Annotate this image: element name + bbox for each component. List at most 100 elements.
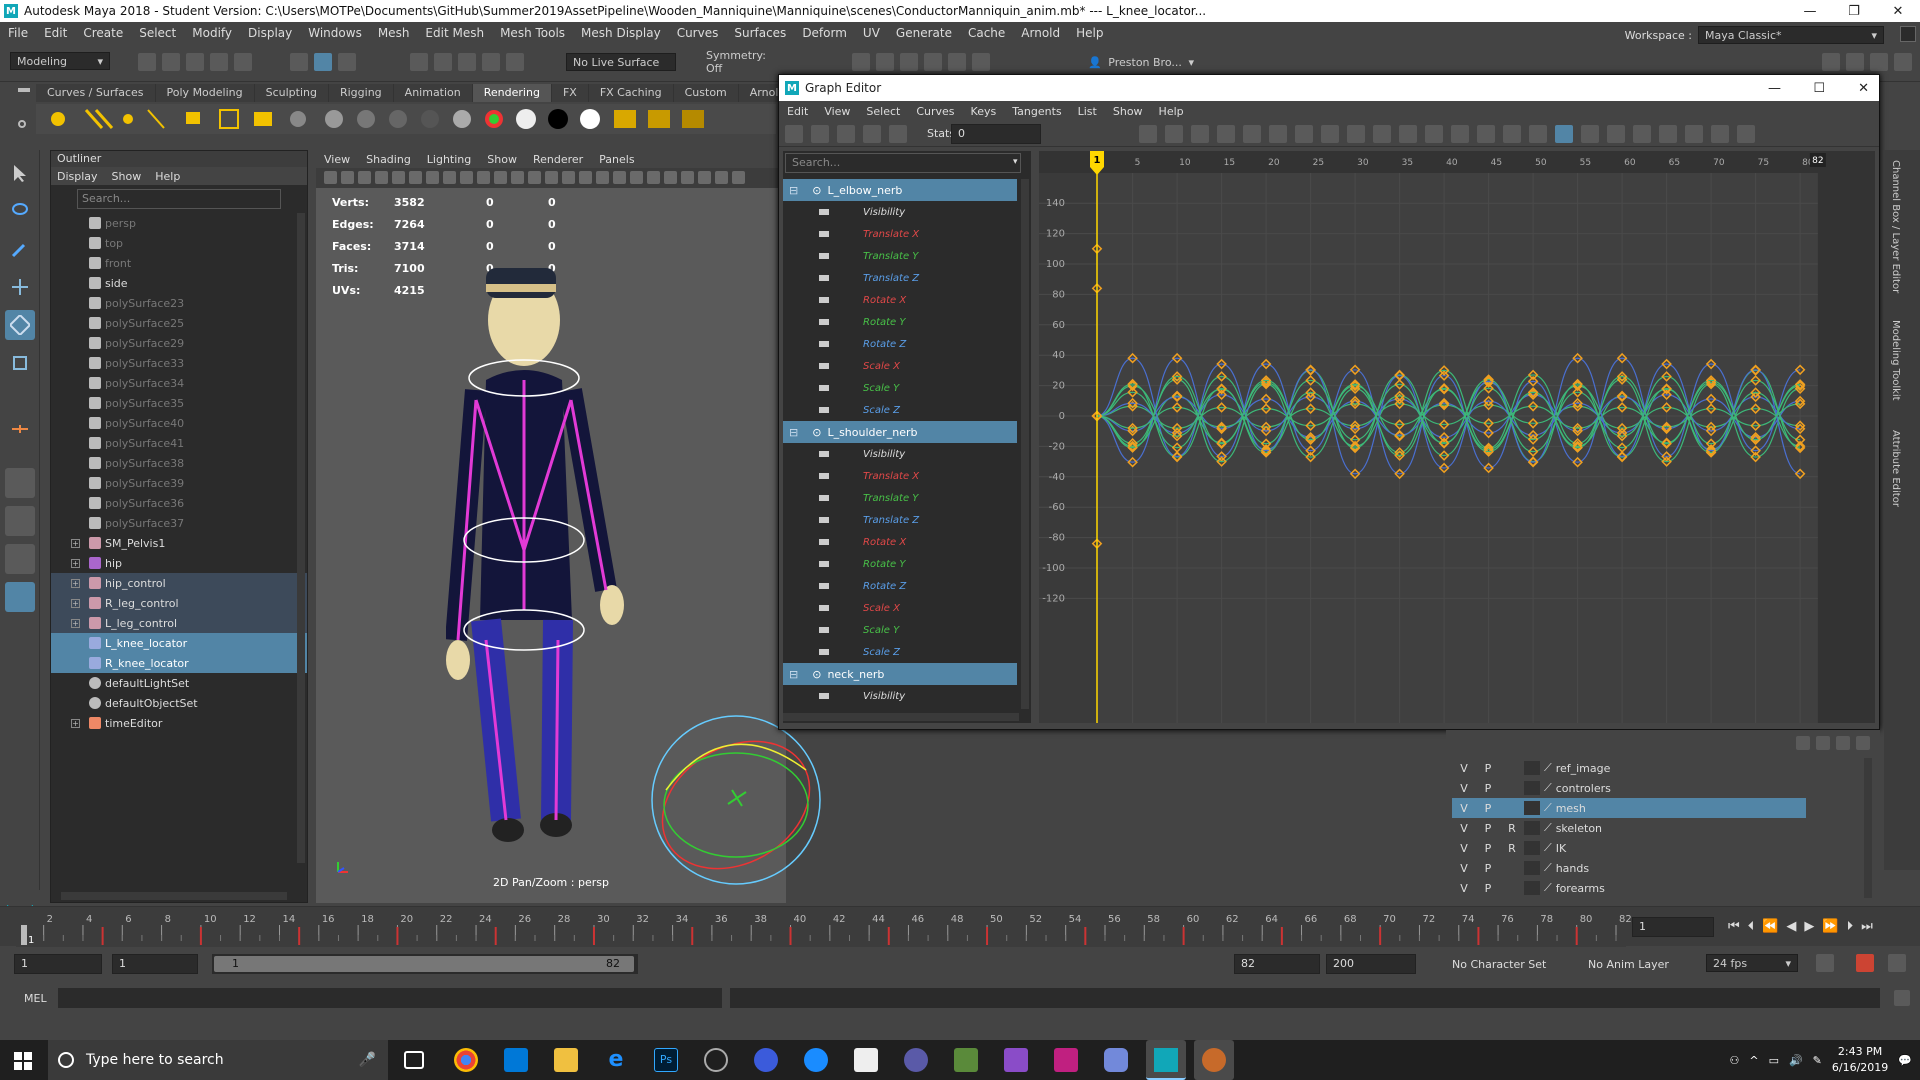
outliner-item-hip[interactable]: + hip xyxy=(51,553,307,573)
menu-curves[interactable]: Curves xyxy=(669,26,727,40)
layer-color-swatch[interactable] xyxy=(1524,841,1540,855)
motion-blur-icon[interactable] xyxy=(630,171,643,184)
outliner-item-l-knee-locator[interactable]: L_knee_locator xyxy=(51,633,307,653)
expand-icon[interactable]: + xyxy=(71,578,80,588)
time-cursor[interactable] xyxy=(21,925,27,945)
lattice-deform-icon[interactable] xyxy=(837,125,855,143)
menu-modify[interactable]: Modify xyxy=(184,26,240,40)
move-tool-icon[interactable] xyxy=(5,272,35,302)
mel-label[interactable]: MEL xyxy=(24,992,47,1005)
render-settings-shelf-icon[interactable] xyxy=(648,110,670,128)
clock[interactable]: 2:43 PM 6/16/2019 xyxy=(1832,1044,1888,1076)
menu-generate[interactable]: Generate xyxy=(888,26,960,40)
menu-edit-mesh[interactable]: Edit Mesh xyxy=(417,26,492,40)
outliner-item-polysurface34[interactable]: polySurface34 xyxy=(51,373,307,393)
layer-row-mesh[interactable]: V P ⟋ mesh xyxy=(1452,798,1806,818)
menu-mesh[interactable]: Mesh xyxy=(370,26,418,40)
range-handle[interactable] xyxy=(214,956,634,972)
workspace-dropdown[interactable]: Maya Classic* ▾ xyxy=(1698,26,1884,44)
channel-row-rotate-x[interactable]: Rotate X xyxy=(783,289,1031,311)
depth-of-field-icon[interactable] xyxy=(664,171,677,184)
film-gate-icon[interactable] xyxy=(409,171,422,184)
layer-toggle-v[interactable]: V xyxy=(1452,882,1476,895)
flat-tangent-icon[interactable] xyxy=(1347,125,1365,143)
frame-selection-icon[interactable] xyxy=(1165,125,1183,143)
snap-grid-icon[interactable] xyxy=(410,53,428,71)
normalize-icon[interactable] xyxy=(1607,125,1625,143)
new-layer-icon[interactable] xyxy=(1836,736,1850,750)
ramp-shader-icon[interactable] xyxy=(453,110,471,128)
denormalize-icon[interactable] xyxy=(1633,125,1651,143)
black-sphere-icon[interactable] xyxy=(548,109,568,129)
image-plane-icon[interactable] xyxy=(375,171,388,184)
menu-deform[interactable]: Deform xyxy=(794,26,855,40)
channel-row-rotate-y[interactable]: Rotate Y xyxy=(783,311,1031,333)
channel-row-translate-x[interactable]: Translate X xyxy=(783,707,1031,709)
ambient-light-icon[interactable] xyxy=(219,109,239,129)
eclipse-icon[interactable] xyxy=(904,1048,928,1072)
open-scene-icon[interactable] xyxy=(162,53,180,71)
menu-cache[interactable]: Cache xyxy=(960,26,1013,40)
layer-toggle-p[interactable]: P xyxy=(1476,862,1500,875)
menu-edit[interactable]: Edit xyxy=(36,26,75,40)
lock-tangent-weight-icon[interactable] xyxy=(1503,125,1521,143)
xray-joints-icon[interactable] xyxy=(715,171,728,184)
leg-control-gizmo[interactable] xyxy=(646,710,846,890)
viewport-menu-panels[interactable]: Panels xyxy=(599,153,634,166)
outliner-item-timeeditor[interactable]: + timeEditor xyxy=(51,713,307,733)
snap-surface-icon[interactable] xyxy=(506,53,524,71)
time-slider[interactable]: 2 4 6 8 10 12 14 16 18 20 22 24 26 28 30 32 34 36 38 40 42 44… xyxy=(0,906,1920,947)
frame-playback-icon[interactable] xyxy=(1191,125,1209,143)
layer-toggle-p[interactable]: P xyxy=(1476,782,1500,795)
anti-aliasing-icon[interactable] xyxy=(647,171,660,184)
retime-tool-icon[interactable] xyxy=(889,125,907,143)
smooth-shade-icon[interactable] xyxy=(528,171,541,184)
screen-space-ao-icon[interactable] xyxy=(613,171,626,184)
menu-windows[interactable]: Windows xyxy=(300,26,370,40)
restore-button[interactable]: ❐ xyxy=(1832,0,1876,22)
channel-row-rotate-z[interactable]: Rotate Z xyxy=(783,575,1031,597)
white-sphere-icon[interactable] xyxy=(516,109,536,129)
outliner-menu-display[interactable]: Display xyxy=(57,170,98,183)
menu-set-dropdown[interactable]: Modeling ▾ xyxy=(10,52,110,70)
outliner-item-defaultlightset[interactable]: defaultLightSet xyxy=(51,673,307,693)
minimize-button[interactable]: — xyxy=(1768,81,1781,96)
camera-attributes-icon[interactable] xyxy=(341,171,354,184)
step-back-frame-icon[interactable]: ⏴ xyxy=(1748,919,1755,934)
mail-icon[interactable] xyxy=(854,1048,878,1072)
outliner-item-polysurface41[interactable]: polySurface41 xyxy=(51,433,307,453)
channel-row-translate-y[interactable]: Translate Y xyxy=(783,245,1031,267)
shader-sphere-2-icon[interactable] xyxy=(357,110,375,128)
current-frame-field[interactable]: 1 xyxy=(1632,917,1714,937)
last-tool-icon[interactable] xyxy=(5,414,35,444)
maximize-button[interactable]: ☐ xyxy=(1813,81,1825,96)
snap-point-icon[interactable] xyxy=(458,53,476,71)
expand-icon[interactable]: + xyxy=(71,538,80,548)
channel-row-scale-y[interactable]: Scale Y xyxy=(783,619,1031,641)
layer-color-swatch[interactable] xyxy=(1524,781,1540,795)
shelf-tab-rigging[interactable]: Rigging xyxy=(329,84,394,102)
graph-menu-view[interactable]: View xyxy=(816,105,858,118)
outliner-item-side[interactable]: side xyxy=(51,273,307,293)
redo-icon[interactable] xyxy=(234,53,252,71)
menu-uv[interactable]: UV xyxy=(855,26,888,40)
channel-row-visibility[interactable]: Visibility xyxy=(783,685,1031,707)
menu-select[interactable]: Select xyxy=(131,26,184,40)
menu-create[interactable]: Create xyxy=(75,26,131,40)
toggle-modeling-toolkit-icon[interactable] xyxy=(1822,53,1840,71)
visual-studio-icon[interactable] xyxy=(1004,1048,1028,1072)
anim-prefs-icon[interactable] xyxy=(1888,954,1906,972)
range-bar[interactable]: 1 82 xyxy=(212,954,638,974)
outliner-item-defaultobjectset[interactable]: defaultObjectSet xyxy=(51,693,307,713)
lock-icon[interactable] xyxy=(1900,26,1916,42)
edge-icon[interactable]: e xyxy=(604,1048,628,1072)
move-nearest-key-icon[interactable] xyxy=(785,125,803,143)
render-frame-icon[interactable] xyxy=(852,53,870,71)
microphone-icon[interactable]: 🎤 xyxy=(359,1052,376,1068)
render-view-shelf-icon[interactable] xyxy=(614,110,636,128)
shader-sphere-3-icon[interactable] xyxy=(389,110,407,128)
node-row-l-shoulder-nerb[interactable]: ⊟ ⊙ L_shoulder_nerb xyxy=(783,421,1017,443)
taskbar-search-box[interactable]: Type here to search 🎤 xyxy=(48,1040,388,1080)
time-snap-icon[interactable] xyxy=(1555,125,1573,143)
select-component-icon[interactable] xyxy=(338,53,356,71)
